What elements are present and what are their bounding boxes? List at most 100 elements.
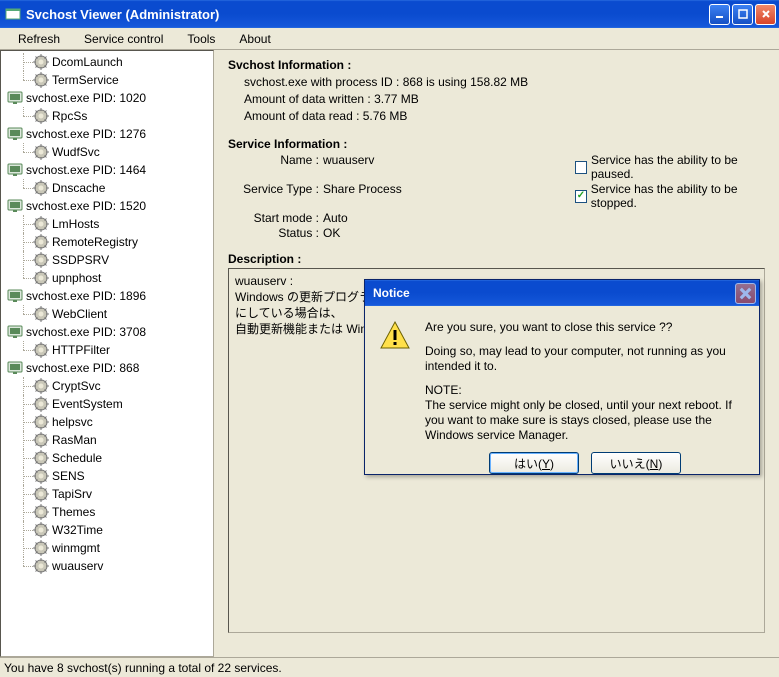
tree-service-node[interactable]: RasMan [3, 431, 211, 449]
gear-icon [33, 180, 49, 196]
tree-service-node[interactable]: EventSystem [3, 395, 211, 413]
tree-connector [15, 53, 33, 71]
tree-connector [15, 107, 33, 125]
tree-service-node[interactable]: RpcSs [3, 107, 211, 125]
tree-host-node[interactable]: svchost.exe PID: 868 [3, 359, 211, 377]
tree-node-label: W32Time [52, 523, 103, 537]
gear-icon [33, 396, 49, 412]
dialog-no-button[interactable]: いいえ(N) [591, 452, 681, 474]
tree-service-node[interactable]: DcomLaunch [3, 53, 211, 71]
tree-service-node[interactable]: SSDPSRV [3, 251, 211, 269]
tree-connector [15, 71, 33, 89]
dialog-text: Are you sure, you want to close this ser… [425, 320, 745, 474]
tree-service-node[interactable]: WudfSvc [3, 143, 211, 161]
tree-host-node[interactable]: svchost.exe PID: 1464 [3, 161, 211, 179]
tree-service-node[interactable]: RemoteRegistry [3, 233, 211, 251]
statusbar: You have 8 svchost(s) running a total of… [0, 657, 779, 677]
tree-service-node[interactable]: TermService [3, 71, 211, 89]
tree-service-node[interactable]: Themes [3, 503, 211, 521]
gear-icon [33, 504, 49, 520]
gear-icon [33, 468, 49, 484]
tree-node-label: svchost.exe PID: 3708 [26, 325, 146, 339]
tree-service-node[interactable]: SENS [3, 467, 211, 485]
gear-icon [33, 72, 49, 88]
close-button[interactable] [755, 4, 776, 25]
tree-host-node[interactable]: svchost.exe PID: 1276 [3, 125, 211, 143]
checkbox-pause[interactable]: Service has the ability to be paused. [575, 153, 765, 181]
tree-service-node[interactable]: WebClient [3, 305, 211, 323]
tree-node-label: LmHosts [52, 217, 99, 231]
tree-service-node[interactable]: W32Time [3, 521, 211, 539]
dialog-title: Notice [373, 286, 410, 300]
checkbox-stop[interactable]: Service has the ability to be stopped. [575, 182, 765, 210]
dialog-yes-button[interactable]: はい(Y) [489, 452, 579, 474]
tree-connector [15, 233, 33, 251]
tree-service-node[interactable]: Schedule [3, 449, 211, 467]
tree-connector [15, 305, 33, 323]
tree-service-node[interactable]: upnphost [3, 269, 211, 287]
tree-service-node[interactable]: wuauserv [3, 557, 211, 575]
tree-view[interactable]: DcomLaunch TermService svchost.exe PID: 10… [0, 50, 214, 657]
tree-node-label: HTTPFilter [52, 343, 110, 357]
checkbox-stop-label: Service has the ability to be stopped. [591, 182, 765, 210]
menubar: Refresh Service control Tools About [0, 28, 779, 50]
dialog-titlebar: Notice [365, 280, 759, 306]
gear-icon [33, 252, 49, 268]
menu-tools[interactable]: Tools [179, 29, 223, 49]
tree-connector [15, 431, 33, 449]
tree-node-label: EventSystem [52, 397, 123, 411]
svchost-info-title: Svchost Information : [228, 58, 765, 72]
tree-connector [15, 395, 33, 413]
value-type: Share Process [323, 182, 575, 210]
tree-connector [15, 449, 33, 467]
menu-about[interactable]: About [231, 29, 278, 49]
tree-node-label: Dnscache [52, 181, 105, 195]
svchost-info-line: Amount of data read : 5.76 MB [244, 108, 765, 125]
dialog-p2: Doing so, may lead to your computer, not… [425, 344, 745, 374]
label-status: Status : [228, 226, 323, 240]
tree-service-node[interactable]: winmgmt [3, 539, 211, 557]
tree-connector [15, 179, 33, 197]
tree-host-node[interactable]: svchost.exe PID: 3708 [3, 323, 211, 341]
tree-node-label: svchost.exe PID: 1896 [26, 289, 146, 303]
svchost-info-line: Amount of data written : 3.77 MB [244, 91, 765, 108]
menu-service-control[interactable]: Service control [76, 29, 171, 49]
minimize-button[interactable] [709, 4, 730, 25]
host-icon [7, 90, 23, 106]
tree-host-node[interactable]: svchost.exe PID: 1520 [3, 197, 211, 215]
tree-service-node[interactable]: HTTPFilter [3, 341, 211, 359]
tree-node-label: svchost.exe PID: 1520 [26, 199, 146, 213]
gear-icon [33, 234, 49, 250]
gear-icon [33, 558, 49, 574]
tree-service-node[interactable]: CryptSvc [3, 377, 211, 395]
description-title: Description : [228, 252, 765, 266]
tree-host-node[interactable]: svchost.exe PID: 1896 [3, 287, 211, 305]
tree-node-label: SENS [52, 469, 85, 483]
gear-icon [33, 450, 49, 466]
gear-icon [33, 414, 49, 430]
gear-icon [33, 54, 49, 70]
tree-connector [15, 215, 33, 233]
tree-node-label: RpcSs [52, 109, 87, 123]
value-status: OK [323, 226, 575, 240]
menu-refresh[interactable]: Refresh [10, 29, 68, 49]
tree-connector [15, 143, 33, 161]
tree-service-node[interactable]: helpsvc [3, 413, 211, 431]
tree-node-label: helpsvc [52, 415, 93, 429]
tree-node-label: TermService [52, 73, 119, 87]
tree-service-node[interactable]: Dnscache [3, 179, 211, 197]
label-name: Name : [228, 153, 323, 181]
label-start: Start mode : [228, 211, 323, 225]
host-icon [7, 198, 23, 214]
tree-service-node[interactable]: TapiSrv [3, 485, 211, 503]
host-icon [7, 324, 23, 340]
gear-icon [33, 540, 49, 556]
tree-node-label: WudfSvc [52, 145, 100, 159]
tree-node-label: winmgmt [52, 541, 100, 555]
dialog-close-button[interactable] [735, 283, 756, 304]
tree-node-label: SSDPSRV [52, 253, 109, 267]
maximize-button[interactable] [732, 4, 753, 25]
tree-service-node[interactable]: LmHosts [3, 215, 211, 233]
tree-host-node[interactable]: svchost.exe PID: 1020 [3, 89, 211, 107]
host-icon [7, 162, 23, 178]
